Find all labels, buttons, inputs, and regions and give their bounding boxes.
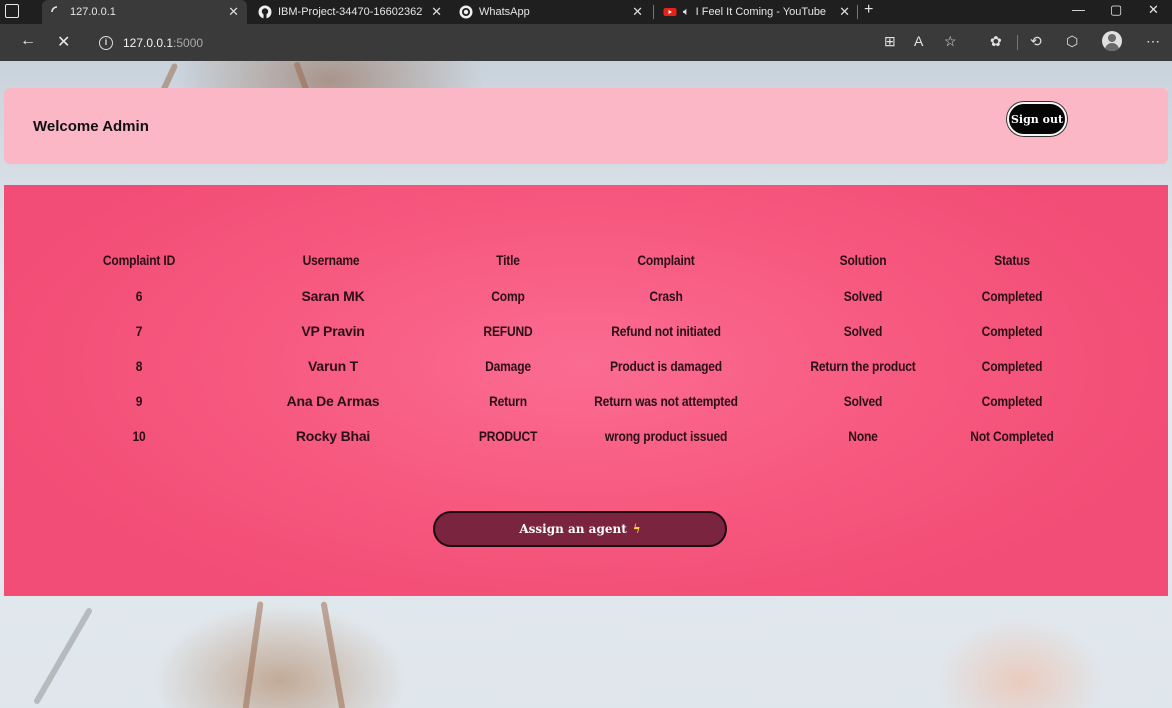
read-aloud-icon[interactable]: A bbox=[914, 33, 923, 49]
table-row: 8 Varun T Damage Product is damaged Retu… bbox=[4, 358, 1168, 378]
solution-cell: Solved bbox=[843, 288, 883, 304]
browser-essentials-icon[interactable]: ⬡ bbox=[1066, 33, 1078, 50]
username-cell: Varun T bbox=[308, 358, 358, 374]
column-header-complaint-id: Complaint ID bbox=[102, 252, 176, 268]
column-header-username: Username bbox=[302, 252, 360, 268]
status-cell: Completed bbox=[981, 393, 1043, 409]
close-icon[interactable]: ✕ bbox=[431, 4, 442, 20]
new-tab-button[interactable]: + bbox=[864, 1, 873, 19]
complaint-cell: Return was not attempted bbox=[594, 393, 738, 409]
tab-title: I Feel It Coming - YouTube bbox=[695, 6, 827, 18]
table-row: 7 VP Pravin REFUND Refund not initiated … bbox=[4, 323, 1168, 343]
admin-header: Welcome Admin Sign out bbox=[4, 88, 1168, 164]
title-cell: Comp bbox=[491, 288, 525, 304]
username-cell: Saran MK bbox=[301, 288, 365, 304]
column-header-status: Status bbox=[994, 252, 1030, 268]
browser-toolbar: ← ✕ i 127.0.0.1 :5000 ⊞ A ☆ ✿ ⟲ ⬡ ⋯ bbox=[0, 24, 1172, 61]
info-icon[interactable]: i bbox=[99, 35, 113, 50]
extensions-icon[interactable]: ✿ bbox=[990, 33, 1002, 50]
close-window-button[interactable]: ✕ bbox=[1148, 2, 1159, 18]
complaint-cell: Product is damaged bbox=[610, 358, 722, 374]
restore-button[interactable]: ▢ bbox=[1110, 2, 1122, 18]
close-icon[interactable]: ✕ bbox=[632, 4, 643, 20]
history-icon[interactable]: ⟲ bbox=[1030, 33, 1042, 50]
table-row: 10 Rocky Bhai PRODUCT wrong product issu… bbox=[4, 428, 1168, 448]
username-cell: Rocky Bhai bbox=[295, 428, 371, 444]
table-row: 6 Saran MK Comp Crash Solved Completed bbox=[4, 288, 1168, 308]
solution-cell: Solved bbox=[843, 393, 883, 409]
toolbar-divider bbox=[1017, 35, 1018, 50]
tab-title: WhatsApp bbox=[479, 6, 530, 18]
youtube-icon bbox=[663, 5, 677, 19]
solution-cell: None bbox=[848, 428, 878, 444]
title-cell: PRODUCT bbox=[478, 428, 538, 444]
tab-actions-icon[interactable] bbox=[5, 4, 19, 18]
complaints-table-header: Complaint ID Username Title Complaint So… bbox=[4, 252, 1168, 272]
github-icon bbox=[258, 5, 272, 19]
lightning-icon: ϟ bbox=[632, 522, 641, 536]
complaint-cell: Crash bbox=[649, 288, 683, 304]
background-photo-detail bbox=[32, 606, 94, 706]
sign-out-button[interactable]: Sign out bbox=[1007, 102, 1067, 136]
tab-youtube[interactable]: 🔈︎ I Feel It Coming - YouTube ✕ bbox=[655, 0, 858, 24]
column-header-title: Title bbox=[496, 252, 520, 268]
title-cell: Damage bbox=[485, 358, 531, 374]
status-cell: Not Completed bbox=[970, 428, 1054, 444]
tab-divider bbox=[653, 5, 654, 19]
column-header-solution: Solution bbox=[839, 252, 887, 268]
username-cell: VP Pravin bbox=[301, 323, 365, 339]
whatsapp-icon bbox=[459, 5, 473, 19]
complaint-id-cell: 8 bbox=[135, 358, 143, 374]
app-grid-icon[interactable]: ⊞ bbox=[884, 33, 896, 50]
complaints-panel: Complaint ID Username Title Complaint So… bbox=[4, 185, 1168, 596]
more-options-icon[interactable]: ⋯ bbox=[1146, 33, 1160, 50]
solution-cell: Solved bbox=[843, 323, 883, 339]
assign-agent-label: Assign an agent bbox=[519, 522, 627, 536]
column-header-complaint: Complaint bbox=[637, 252, 695, 268]
favorite-star-icon[interactable]: ☆ bbox=[944, 33, 957, 50]
browser-tab-bar: 127.0.0.1 ✕ IBM-Project-34470-1660236275… bbox=[0, 0, 1172, 24]
tab-localhost[interactable]: 127.0.0.1 ✕ bbox=[42, 0, 247, 24]
status-cell: Completed bbox=[981, 323, 1043, 339]
tab-title: IBM-Project-34470-1660236275/ bbox=[278, 6, 424, 18]
tab-whatsapp[interactable]: WhatsApp ✕ bbox=[451, 0, 651, 24]
url-port: :5000 bbox=[173, 35, 204, 50]
complaint-id-cell: 6 bbox=[135, 288, 143, 304]
complaint-id-cell: 10 bbox=[132, 428, 146, 444]
complaint-cell: wrong product issued bbox=[604, 428, 728, 444]
background-photo-detail bbox=[320, 601, 346, 708]
tab-divider bbox=[857, 5, 858, 19]
tab-github[interactable]: IBM-Project-34470-1660236275/ ✕ bbox=[250, 0, 450, 24]
background-photo-detail bbox=[242, 601, 264, 708]
solution-cell: Return the product bbox=[810, 358, 916, 374]
close-icon[interactable]: ✕ bbox=[228, 4, 239, 20]
tab-title: 127.0.0.1 bbox=[70, 6, 116, 18]
title-cell: Return bbox=[489, 393, 527, 409]
minimize-button[interactable]: — bbox=[1072, 2, 1085, 17]
complaint-cell: Refund not initiated bbox=[611, 323, 721, 339]
stop-loading-icon[interactable]: ✕ bbox=[57, 32, 70, 52]
status-cell: Completed bbox=[981, 358, 1043, 374]
profile-avatar-icon[interactable] bbox=[1102, 31, 1122, 51]
address-bar[interactable]: i 127.0.0.1 :5000 bbox=[94, 29, 864, 56]
speaker-icon[interactable]: 🔈︎ bbox=[683, 6, 690, 19]
status-cell: Completed bbox=[981, 288, 1043, 304]
complaint-id-cell: 7 bbox=[135, 323, 143, 339]
loading-icon bbox=[50, 5, 64, 19]
url-host: 127.0.0.1 bbox=[123, 35, 174, 50]
title-cell: REFUND bbox=[483, 323, 533, 339]
username-cell: Ana De Armas bbox=[286, 393, 380, 409]
web-page: Welcome Admin Sign out Complaint ID User… bbox=[0, 61, 1172, 708]
assign-agent-button[interactable]: Assign an agent ϟ bbox=[433, 511, 727, 547]
complaint-id-cell: 9 bbox=[135, 393, 143, 409]
back-arrow-icon[interactable]: ← bbox=[20, 32, 36, 50]
welcome-text: Welcome Admin bbox=[33, 118, 149, 135]
table-row: 9 Ana De Armas Return Return was not att… bbox=[4, 393, 1168, 413]
close-icon[interactable]: ✕ bbox=[839, 4, 850, 20]
